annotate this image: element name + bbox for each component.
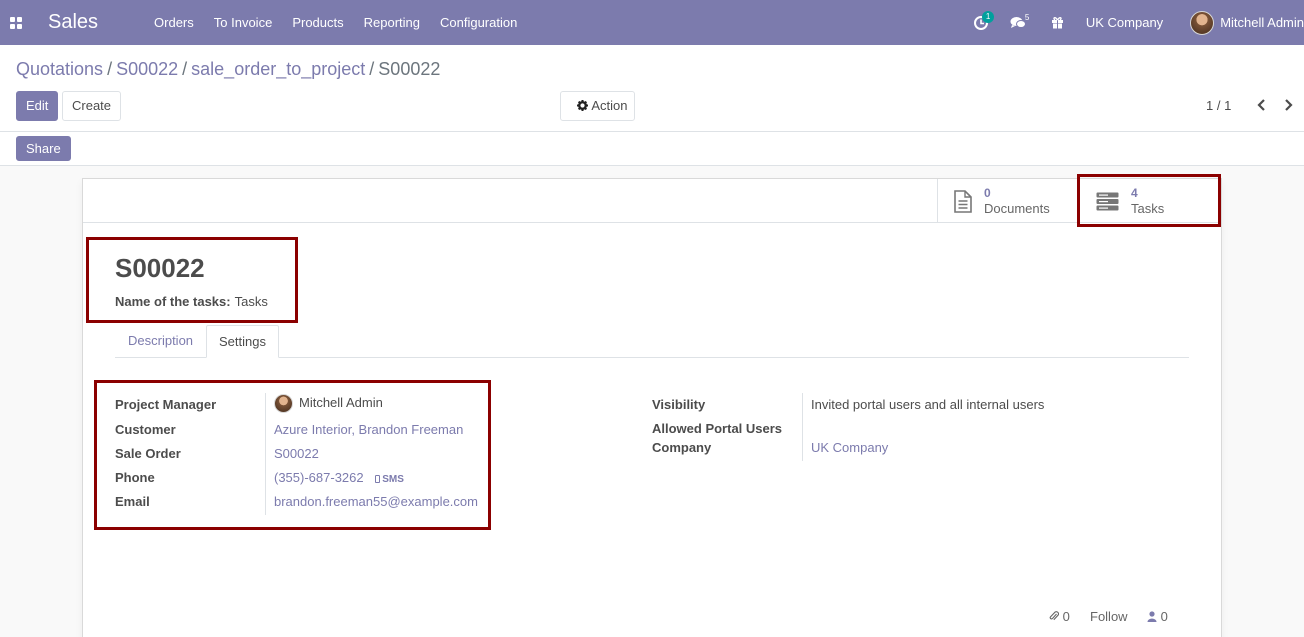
project-manager-label: Project Manager xyxy=(115,397,217,412)
company-label: Company xyxy=(652,440,712,455)
breadcrumb-order[interactable]: S00022 xyxy=(116,59,178,79)
project-manager-avatar xyxy=(274,394,293,413)
messages-count-badge: 5 xyxy=(1024,13,1030,22)
documents-count: 0 xyxy=(984,186,991,200)
tab-settings[interactable]: Settings xyxy=(206,325,279,358)
messages-button[interactable]: 5 xyxy=(999,0,1040,45)
gift-button[interactable] xyxy=(1040,0,1075,45)
pager-next-icon[interactable] xyxy=(1280,96,1296,114)
form-sheet: 0 Documents 4 Tasks S00022 Name of the t… xyxy=(82,178,1222,637)
notebook-tabs: Description Settings xyxy=(115,325,1189,358)
record-title: S00022 xyxy=(115,253,205,283)
tasks-count: 4 xyxy=(1131,186,1138,200)
phone-link[interactable]: (355)-687-3262 xyxy=(274,470,364,485)
gear-icon xyxy=(577,100,589,111)
menu-reporting[interactable]: Reporting xyxy=(354,0,430,45)
tasks-label: Tasks xyxy=(1131,201,1165,216)
edit-button[interactable]: Edit xyxy=(16,91,59,121)
activity-count-badge: 1 xyxy=(981,11,995,23)
main-menu: Orders To Invoice Products Reporting Con… xyxy=(144,0,527,45)
action-button[interactable]: Action xyxy=(560,91,635,121)
create-button[interactable]: Create xyxy=(62,91,122,121)
comments-icon xyxy=(1010,17,1026,28)
attachments-count: 0 xyxy=(1062,609,1070,624)
company-link[interactable]: UK Company xyxy=(811,440,888,455)
breadcrumb-project[interactable]: sale_order_to_project xyxy=(191,59,365,79)
tasks-smart-button[interactable]: 4 Tasks xyxy=(1079,179,1221,223)
tasks-name-value[interactable]: Tasks xyxy=(235,294,268,309)
phone-label: Phone xyxy=(115,470,155,485)
breadcrumb: Quotations / S00022/sale_order_to_project /… xyxy=(16,59,440,80)
file-icon xyxy=(954,189,972,213)
project-manager-field[interactable]: Mitchell Admin xyxy=(274,394,383,413)
customer-label: Customer xyxy=(115,422,176,437)
breadcrumb-separator: / xyxy=(369,59,375,79)
app-name[interactable]: Sales xyxy=(48,11,98,34)
user-name: Mitchell Admin xyxy=(1220,15,1304,30)
phone-field: (355)-687-3262 SMS xyxy=(274,470,404,485)
action-label: Action xyxy=(591,98,628,113)
gift-icon xyxy=(1051,17,1063,29)
email-label: Email xyxy=(115,494,150,509)
visibility-value[interactable]: Invited portal users and all internal us… xyxy=(811,397,1044,412)
mobile-icon xyxy=(375,475,381,483)
attachments-button[interactable]: 0 xyxy=(1049,609,1070,624)
breadcrumb-separator: / xyxy=(182,59,188,79)
menu-to-invoice[interactable]: To Invoice xyxy=(204,0,283,45)
sms-button[interactable]: SMS xyxy=(375,474,404,485)
customer-link[interactable]: Azure Interior, Brandon Freeman xyxy=(274,422,463,437)
top-navbar: Sales Orders To Invoice Products Reporti… xyxy=(0,0,1304,45)
user-icon xyxy=(1147,611,1157,622)
documents-smart-button[interactable]: 0 Documents xyxy=(937,179,1079,223)
company-switcher[interactable]: UK Company xyxy=(1075,0,1177,45)
follow-button[interactable]: Follow xyxy=(1090,609,1128,624)
sale-order-link[interactable]: S00022 xyxy=(274,446,319,461)
breadcrumb-quotations[interactable]: Quotations xyxy=(16,59,103,79)
sale-order-label: Sale Order xyxy=(115,446,181,461)
sms-label: SMS xyxy=(382,474,404,485)
control-panel: Quotations / S00022/sale_order_to_project /… xyxy=(0,45,1304,132)
apps-menu-icon[interactable] xyxy=(0,0,32,45)
field-divider xyxy=(265,393,266,515)
documents-label: Documents xyxy=(984,201,1050,216)
menu-configuration[interactable]: Configuration xyxy=(430,0,527,45)
tasks-name-field: Name of the tasks: Tasks xyxy=(115,294,268,309)
pager-value[interactable]: 1 / 1 xyxy=(1206,98,1231,113)
field-divider xyxy=(802,393,803,461)
email-link[interactable]: brandon.freeman55@example.com xyxy=(274,494,478,509)
menu-orders[interactable]: Orders xyxy=(144,0,204,45)
visibility-label: Visibility xyxy=(652,397,706,412)
followers-count: 0 xyxy=(1160,609,1168,624)
followers-button[interactable]: 0 xyxy=(1147,609,1168,624)
share-button[interactable]: Share xyxy=(16,136,71,161)
paperclip-icon xyxy=(1049,611,1060,621)
user-avatar xyxy=(1190,10,1215,35)
breadcrumb-current: S00022 xyxy=(378,59,441,79)
breadcrumb-separator: / xyxy=(107,59,113,79)
activity-button[interactable]: 1 xyxy=(963,0,999,45)
allowed-portal-users-label: Allowed Portal Users xyxy=(652,421,783,436)
project-manager-value: Mitchell Admin xyxy=(299,394,383,410)
smart-button-box: 0 Documents 4 Tasks xyxy=(83,179,1221,223)
systray: 1 5 UK Company Mitchell Admin xyxy=(963,0,1304,45)
pager-previous-icon[interactable] xyxy=(1253,96,1269,114)
tasks-icon xyxy=(1096,192,1119,210)
status-bar: Share xyxy=(0,132,1304,166)
menu-products[interactable]: Products xyxy=(282,0,353,45)
tasks-name-label: Name of the tasks: xyxy=(115,294,231,309)
user-menu[interactable]: Mitchell Admin xyxy=(1177,0,1304,45)
tab-description[interactable]: Description xyxy=(116,325,205,358)
